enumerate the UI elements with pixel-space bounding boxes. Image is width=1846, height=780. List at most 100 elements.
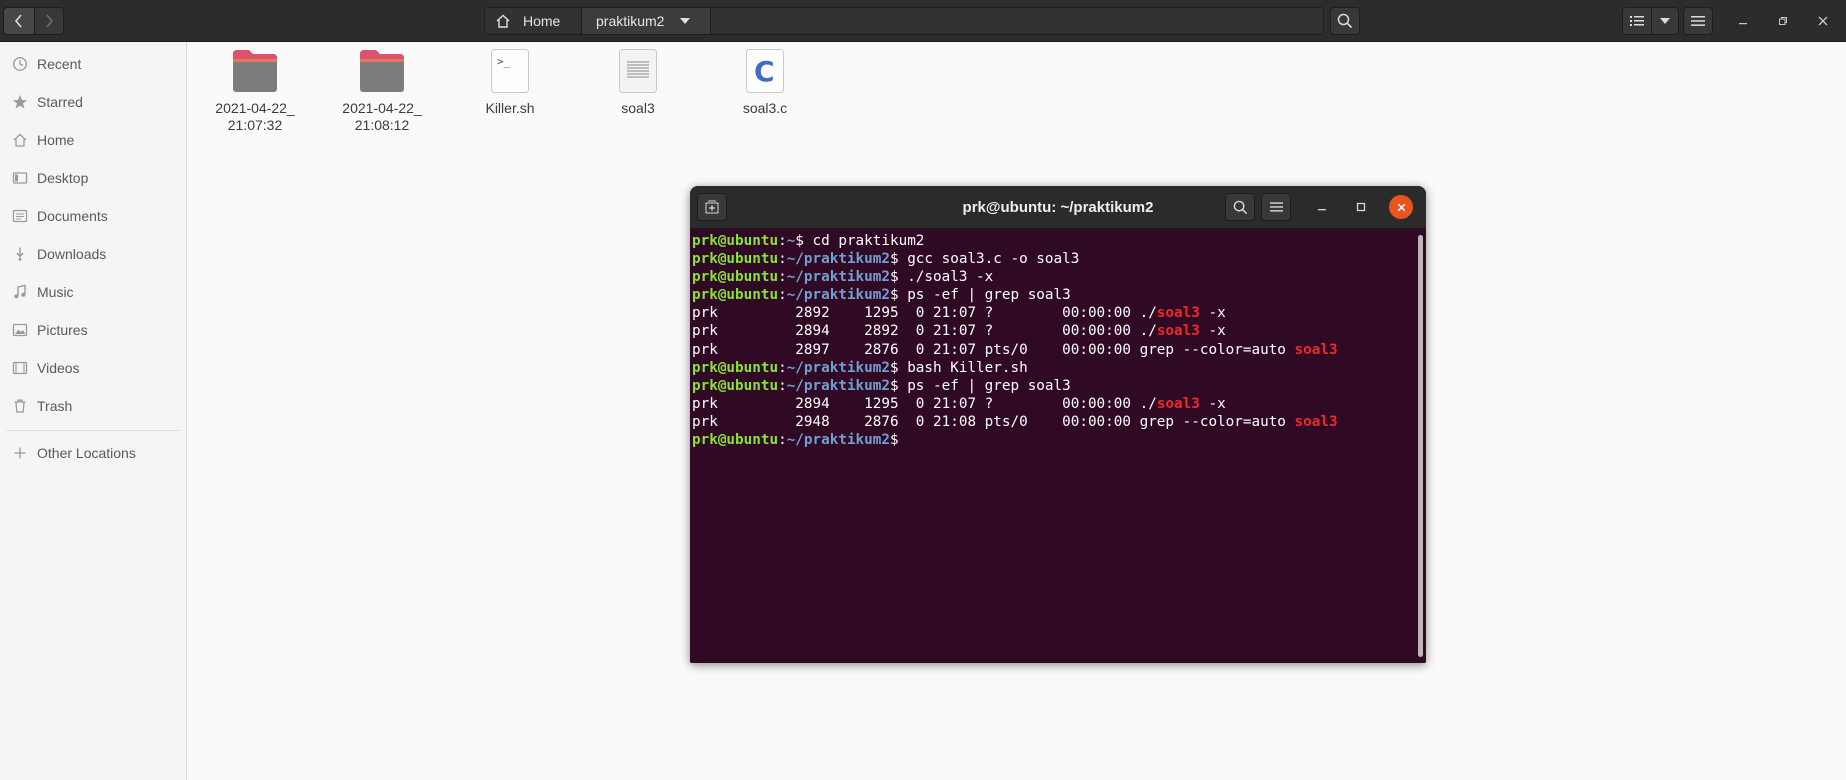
prompt-user: prk@ubuntu [692,251,779,268]
file-name: soal3 [621,100,655,116]
new-tab-icon [705,200,719,214]
terminal-text: : [778,233,787,249]
terminal-line: prk@ubuntu:~/praktikum2$ bash Killer.sh [692,359,1416,377]
sidebar-item-other-locations[interactable]: Other Locations [0,436,186,470]
sidebar-item-starred[interactable]: Starred [0,85,186,119]
prompt-path: ~/praktikum2 [786,251,890,268]
terminal-text: prk 2894 2892 0 21:07 ? 00:00:00 ./ [692,323,1157,340]
video-icon [11,359,29,377]
file-name: soal3.c [742,100,788,116]
forward-button[interactable] [34,7,64,35]
terminal-close-button[interactable] [1389,195,1413,219]
terminal-menu-button[interactable] [1261,193,1291,221]
file-item-binary[interactable]: soal3 [583,48,693,117]
terminal-search-button[interactable] [1225,193,1255,221]
terminal-output[interactable]: prk@ubuntu:~$ cd praktikum2 prk@ubuntu:~/… [690,229,1416,663]
sidebar-item-label: Desktop [37,170,89,186]
terminal-minimize-button[interactable] [1310,195,1334,219]
scrollbar-thumb[interactable] [1418,235,1423,657]
grep-match: soal3 [1294,341,1338,358]
document-icon [11,207,29,225]
prompt-path: ~/praktikum2 [786,359,890,376]
music-icon [11,283,29,301]
menu-button[interactable] [1683,7,1713,35]
terminal-title: prk@ubuntu: ~/praktikum2 [962,199,1154,216]
clock-icon [11,55,29,73]
terminal-text: $ [889,432,908,449]
terminal-text: prk 2894 1295 0 21:07 ? 00:00:00 ./ [692,395,1157,412]
terminal-line: prk 2894 1295 0 21:07 ? 00:00:00 ./soal3… [692,395,1416,413]
terminal-headerbar: prk@ubuntu: ~/praktikum2 [690,186,1426,229]
home-icon [11,131,29,149]
svg-text:C: C [754,55,775,88]
terminal-line: prk@ubuntu:~/praktikum2$ ps -ef | grep s… [692,377,1416,395]
prompt-user: prk@ubuntu [692,233,779,249]
terminal-text: : [778,287,787,304]
terminal-text: -x [1199,305,1226,322]
terminal-maximize-button[interactable] [1349,195,1373,219]
sidebar-item-videos[interactable]: Videos [0,351,186,385]
file-item-c-source[interactable]: C soal3.c [710,48,820,117]
chevron-right-icon [46,14,54,28]
star-icon [11,93,29,111]
file-item-folder[interactable]: 2021-04-22_ 21:08:12 [327,48,437,134]
path-bar: Home praktikum2 [484,7,1324,35]
sidebar-item-home[interactable]: Home [0,123,186,157]
chevron-left-icon [14,14,22,28]
prompt-path: ~/praktikum2 [786,432,890,449]
search-icon [1233,200,1247,214]
sidebar-item-downloads[interactable]: Downloads [0,237,186,271]
breadcrumb-current-label: praktikum2 [596,13,665,29]
sidebar-item-label: Pictures [37,322,88,338]
breadcrumb-home-label: Home [523,13,561,29]
search-icon [1337,13,1353,29]
folder-icon [200,48,310,96]
terminal-text: $ cd praktikum2 [795,233,925,249]
minimize-button[interactable] [1728,7,1758,35]
hamburger-icon [1691,16,1705,26]
prompt-user: prk@ubuntu [692,269,779,286]
search-button[interactable] [1330,7,1360,35]
view-options-button[interactable] [1651,7,1679,35]
file-name: 2021-04-22_ 21:08:12 [342,100,422,133]
prompt-user: prk@ubuntu [692,377,779,394]
breadcrumb-home[interactable]: Home [485,8,581,34]
maximize-icon [1356,202,1366,212]
terminal-line: prk@ubuntu:~/praktikum2$ gcc soal3.c -o … [692,250,1416,268]
file-item-folder[interactable]: 2021-04-22_ 21:07:32 [200,48,310,134]
close-button[interactable] [1808,7,1838,35]
terminal-window[interactable]: prk@ubuntu: ~/praktikum2 prk@ubuntu:~$ c… [690,186,1426,663]
picture-icon [11,321,29,339]
new-tab-button[interactable] [697,193,727,221]
sidebar-item-pictures[interactable]: Pictures [0,313,186,347]
restore-icon [1779,17,1787,25]
terminal-line: prk 2894 2892 0 21:07 ? 00:00:00 ./soal3… [692,322,1416,340]
back-button[interactable] [3,7,35,35]
file-item-script[interactable]: >_ Killer.sh [455,48,565,117]
sidebar-item-label: Home [37,132,75,148]
text-file-icon [583,48,693,96]
terminal-text: prk 2948 2876 0 21:08 pts/0 00:00:00 gre… [692,413,1295,430]
terminal-line: prk@ubuntu:~/praktikum2$ ./soal3 -x [692,268,1416,286]
restore-button[interactable] [1768,7,1798,35]
grep-match: soal3 [1294,413,1338,430]
chevron-down-icon [1660,18,1670,24]
list-view-button[interactable] [1622,7,1652,35]
sidebar-item-label: Starred [37,94,83,110]
sidebar-item-music[interactable]: Music [0,275,186,309]
terminal-text: : [778,269,787,286]
c-source-icon: C [710,48,820,96]
terminal-text: : [778,432,787,449]
sidebar-item-desktop[interactable]: Desktop [0,161,186,195]
breadcrumb-current[interactable]: praktikum2 [582,8,710,34]
places-sidebar: Recent Starred Home Desktop Documents Do… [0,42,187,780]
sidebar-item-recent[interactable]: Recent [0,47,186,81]
terminal-scrollbar[interactable] [1416,229,1426,663]
terminal-text: prk 2897 2876 0 21:07 pts/0 00:00:00 gre… [692,341,1295,358]
sidebar-item-label: Documents [37,208,108,224]
terminal-text: $ ps -ef | grep soal3 [889,287,1071,304]
sidebar-item-documents[interactable]: Documents [0,199,186,233]
terminal-text: : [778,251,787,268]
terminal-text: $ ./soal3 -x [889,269,994,286]
sidebar-item-trash[interactable]: Trash [0,389,186,423]
